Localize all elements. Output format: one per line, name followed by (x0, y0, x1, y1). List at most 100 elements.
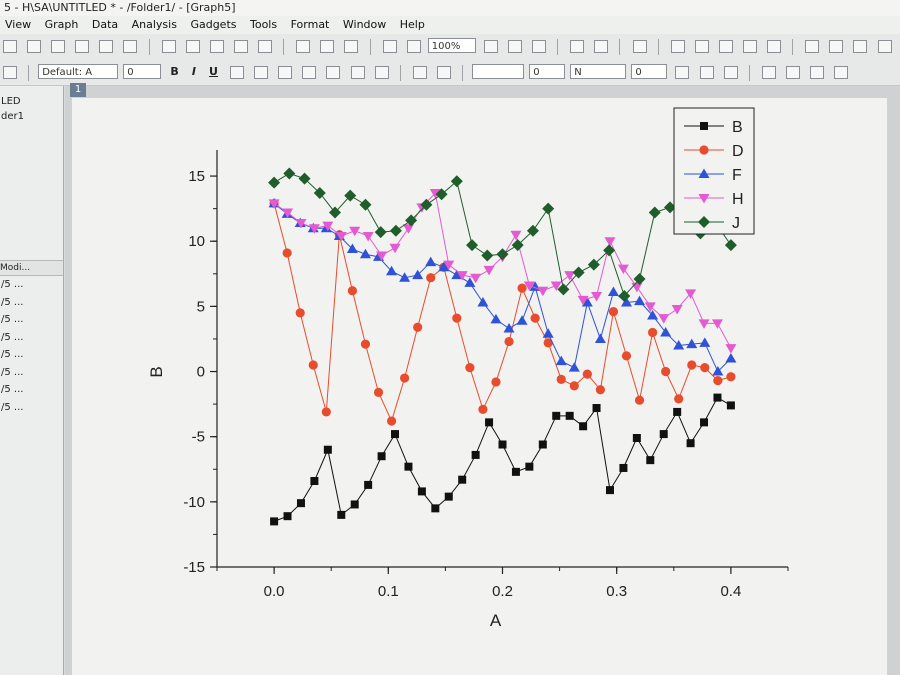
y-tick-label: -5 (192, 429, 205, 446)
data-point-H (362, 232, 374, 242)
data-point-H (483, 265, 495, 276)
data-point-J (481, 249, 494, 262)
data-point-D (700, 363, 710, 373)
data-point-B (565, 411, 574, 420)
data-point-D (504, 336, 514, 347)
y-axis-title: B (147, 366, 166, 377)
data-point-B (431, 504, 440, 513)
y-tick-label: 0 (197, 364, 205, 381)
data-point-D (517, 283, 527, 293)
data-point-B (364, 480, 373, 489)
data-point-D (634, 395, 645, 405)
scatter-line-chart[interactable]: 0.0 0.1 0.2 0.3 0.4-15-10-5051015ABBDFHJ (0, 0, 900, 675)
data-point-H (658, 314, 670, 324)
data-point-D (647, 327, 658, 338)
data-point-F (359, 248, 371, 259)
data-point-J (389, 224, 402, 237)
data-point-H (389, 243, 401, 254)
data-point-H (698, 319, 710, 329)
data-point-H (510, 230, 522, 241)
data-point-D (491, 377, 501, 387)
data-point-B (552, 411, 561, 420)
data-point-H (537, 286, 549, 297)
data-point-F (490, 313, 502, 324)
data-point-B (296, 499, 305, 508)
data-point-B (579, 422, 588, 431)
data-point-F (607, 286, 619, 297)
data-point-B (391, 430, 400, 439)
data-point-B (471, 450, 480, 459)
data-point-H (349, 226, 361, 237)
data-point-B (673, 407, 682, 416)
data-point-D (687, 360, 697, 370)
data-point-B (659, 430, 668, 439)
data-point-J (374, 226, 387, 239)
data-point-D (478, 404, 488, 414)
data-point-D (308, 360, 318, 370)
y-tick-label: -15 (183, 559, 205, 576)
legend-label: D (732, 143, 744, 160)
data-point-H (711, 319, 723, 329)
data-point-D (556, 374, 566, 384)
data-point-D (452, 313, 462, 323)
data-point-D (530, 313, 540, 323)
data-point-B (713, 393, 722, 402)
data-point-H (402, 224, 414, 234)
data-point-H (725, 344, 737, 354)
data-point-F (555, 355, 567, 366)
legend-label: H (732, 191, 744, 208)
legend-marker (700, 122, 708, 130)
data-point-D (373, 387, 384, 397)
legend-label: B (732, 119, 743, 136)
data-point-J (268, 176, 281, 189)
data-point-B (310, 476, 319, 485)
x-tick-label: 0.2 (492, 583, 513, 600)
data-point-B (417, 487, 426, 496)
x-tick-label: 0.4 (720, 583, 741, 600)
data-point-H (617, 264, 629, 275)
data-point-D (621, 351, 632, 361)
x-tick-label: 0.0 (264, 583, 285, 600)
x-tick-label: 0.1 (378, 583, 399, 600)
x-axis-title: A (490, 611, 502, 630)
data-point-D (608, 306, 619, 317)
data-point-D (713, 376, 723, 386)
data-point-B (511, 467, 520, 476)
data-point-B (686, 439, 695, 448)
data-point-H (631, 282, 643, 293)
data-point-D (465, 363, 475, 373)
data-point-B (538, 440, 547, 449)
series-line-F (273, 203, 732, 373)
data-point-F (425, 256, 437, 267)
data-point-D (295, 308, 305, 318)
data-point-B (485, 418, 494, 427)
data-point-D (426, 273, 436, 283)
data-point-B (458, 475, 467, 484)
data-point-B (377, 452, 386, 461)
data-point-D (321, 407, 331, 417)
data-point-D (661, 366, 671, 377)
data-point-B (350, 500, 359, 509)
data-point-D (595, 385, 605, 395)
y-tick-label: 5 (197, 298, 205, 315)
data-point-D (726, 372, 736, 382)
data-point-B (283, 512, 292, 521)
data-point-D (582, 369, 592, 379)
data-point-J (466, 239, 479, 252)
data-point-B (726, 401, 735, 410)
data-point-J (359, 198, 372, 211)
data-point-B (525, 462, 534, 471)
data-point-B (498, 440, 507, 449)
data-point-D (282, 248, 292, 258)
data-point-B (619, 463, 628, 472)
data-point-B (646, 456, 655, 465)
legend-label: J (732, 215, 740, 232)
data-point-F (477, 296, 489, 307)
data-point-B (605, 486, 614, 495)
data-point-D (386, 416, 397, 426)
data-point-H (671, 304, 683, 315)
data-point-B (323, 445, 332, 454)
data-point-F (516, 315, 528, 325)
y-tick-label: -10 (183, 494, 205, 511)
y-tick-label: 15 (188, 168, 205, 185)
